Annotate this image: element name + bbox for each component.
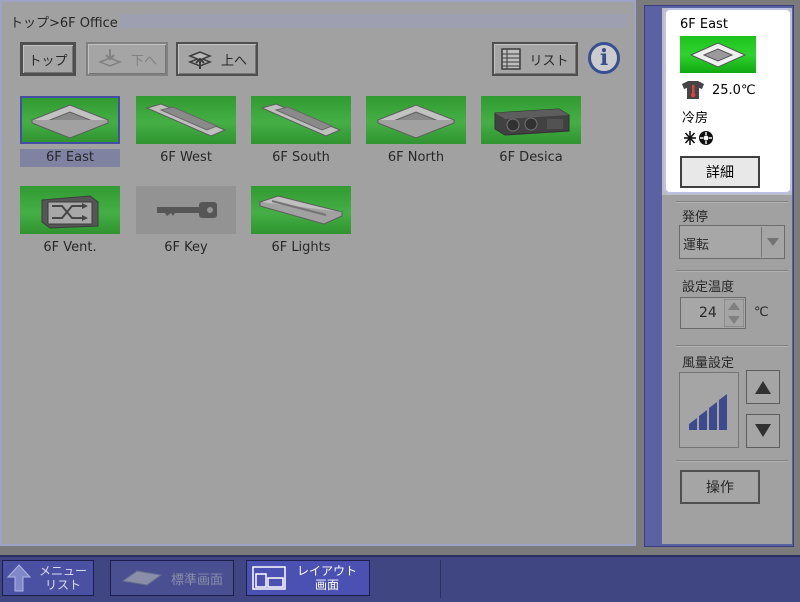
onoff-value: 運転 — [683, 238, 710, 253]
slim-duct-ac-icon — [260, 103, 342, 137]
triangle-up-icon — [755, 381, 771, 394]
disabled-overlay — [2, 2, 634, 544]
device-label: 6F Desica — [499, 150, 563, 165]
fan-up-button[interactable] — [746, 370, 780, 404]
cassette-ac-icon — [376, 104, 456, 139]
thermometer-shirt-icon — [682, 81, 704, 99]
light-fixture-icon — [258, 195, 344, 225]
device-6f-north[interactable]: 6F North — [366, 96, 466, 167]
desica-unit-icon — [494, 108, 570, 136]
device-6f-desica[interactable]: 6F Desica — [481, 96, 581, 167]
fan-down-button[interactable] — [746, 414, 780, 448]
breadcrumb: トップ>6F Office — [10, 16, 118, 31]
down-button[interactable]: 下へ — [86, 42, 168, 76]
operate-button-label: 操作 — [706, 480, 734, 496]
divider — [440, 560, 441, 598]
arrow-up-icon — [3, 560, 35, 596]
device-6f-south[interactable]: 6F South — [251, 96, 351, 167]
menu-list-button[interactable]: メニュー リスト — [2, 560, 94, 596]
up-button[interactable]: 上へ — [176, 42, 258, 76]
cassette-ac-icon — [30, 104, 110, 139]
setpoint-unit: ℃ — [754, 305, 769, 320]
up-button-label: 上へ — [220, 53, 247, 69]
device-6f-vent[interactable]: 6F Vent. — [20, 186, 120, 257]
detail-button[interactable]: 詳細 — [680, 156, 760, 188]
onoff-label: 発停 — [682, 210, 709, 225]
fan-speed-label: 風量設定 — [682, 356, 735, 371]
device-label: 6F Lights — [271, 240, 331, 255]
spin-arrows-icon[interactable] — [724, 299, 744, 327]
device-label: 6F East — [20, 149, 120, 167]
selected-device-name: 6F East — [680, 17, 728, 32]
floor-down-icon — [97, 49, 123, 67]
device-6f-key[interactable]: 6F Key — [136, 186, 236, 257]
top-button-label: トップ — [28, 53, 68, 69]
device-6f-lights[interactable]: 6F Lights — [251, 186, 351, 257]
menu-line2: リスト — [44, 578, 81, 592]
standard-screen-label: 標準画面 — [170, 572, 223, 588]
room-temperature: 25.0℃ — [712, 82, 756, 98]
layout-line2: 画面 — [314, 578, 339, 592]
device-label: 6F South — [272, 150, 330, 165]
operation-mode: 冷房 — [682, 111, 709, 126]
device-label: 6F Vent. — [43, 240, 97, 255]
standard-screen-button[interactable]: 標準画面 — [110, 560, 234, 596]
list-icon — [501, 48, 522, 70]
setpoint-label: 設定温度 — [682, 280, 735, 295]
cassette-ac-icon — [689, 41, 747, 68]
fan-speed-indicator — [679, 372, 739, 448]
triangle-down-icon — [755, 424, 771, 437]
ventilator-icon — [41, 195, 99, 229]
main-panel: トップ>6F Office トップ 下へ 上へ リスト i 6F East 6F… — [0, 0, 636, 546]
setpoint-stepper[interactable]: 24 — [680, 297, 746, 329]
key-icon — [157, 202, 217, 218]
operate-button[interactable]: 操作 — [680, 470, 760, 504]
device-label: 6F North — [387, 150, 445, 165]
list-button[interactable]: リスト — [492, 42, 578, 76]
layout-line1: レイアウト — [296, 564, 357, 578]
cooling-fan-icon — [682, 129, 716, 151]
title-stripe — [120, 14, 628, 28]
list-button-label: リスト — [529, 53, 569, 69]
top-button[interactable]: トップ — [20, 42, 76, 76]
device-6f-east[interactable]: 6F East — [20, 96, 120, 167]
menu-line1: メニュー — [38, 564, 87, 578]
slim-duct-ac-icon — [145, 103, 227, 137]
divider — [676, 201, 788, 203]
device-label: 6F Key — [164, 240, 208, 255]
divider — [676, 460, 788, 462]
selected-device-tile — [680, 36, 756, 73]
onoff-select[interactable]: 運転 — [679, 225, 785, 259]
down-button-label: 下へ — [130, 53, 157, 69]
detail-button-label: 詳細 — [706, 165, 734, 181]
floor-up-icon — [187, 51, 213, 69]
room-temperature-row: 25.0℃ — [680, 80, 756, 100]
fan-level-icon — [689, 394, 727, 430]
divider — [676, 270, 788, 272]
chevron-down-icon[interactable] — [761, 227, 783, 257]
standard-view-icon — [121, 570, 163, 586]
divider — [676, 345, 788, 347]
layout-screen-button[interactable]: レイアウト 画面 — [246, 560, 370, 596]
info-icon[interactable]: i — [588, 42, 620, 74]
setpoint-value: 24 — [699, 305, 717, 321]
device-label: 6F West — [160, 150, 212, 165]
layout-icon — [247, 566, 291, 590]
device-6f-west[interactable]: 6F West — [136, 96, 236, 167]
